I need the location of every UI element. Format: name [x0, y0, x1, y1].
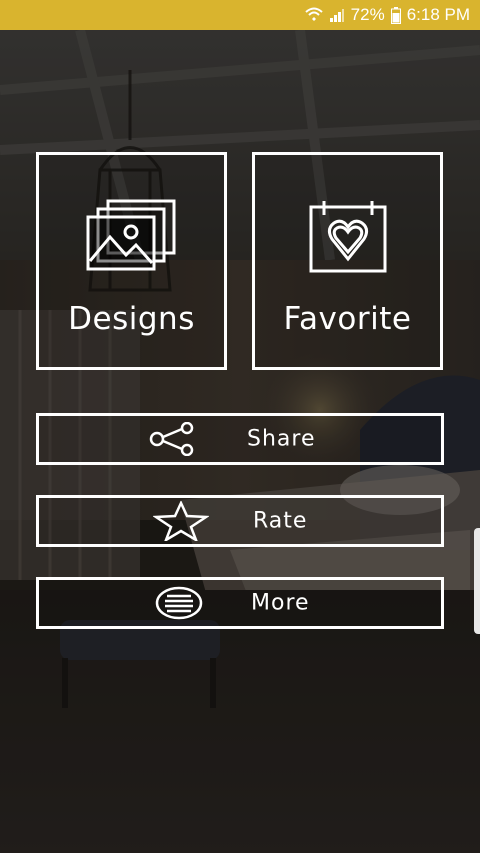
- share-label: Share: [247, 426, 316, 452]
- clock-time: 6:18 PM: [406, 5, 470, 24]
- share-icon: [149, 422, 197, 456]
- rate-button[interactable]: Rate: [36, 495, 444, 547]
- battery-percent: 72%: [350, 5, 385, 24]
- designs-label: Designs: [68, 301, 195, 337]
- battery-icon: [390, 6, 401, 24]
- favorite-label: Favorite: [283, 301, 412, 337]
- cellular-signal-icon: [329, 7, 345, 23]
- rate-label: Rate: [253, 508, 308, 534]
- wifi-icon: [304, 7, 323, 23]
- share-button[interactable]: Share: [36, 413, 444, 465]
- image-stack-icon: [39, 199, 224, 279]
- star-icon: [149, 501, 209, 541]
- calendar-heart-icon: [255, 199, 440, 275]
- designs-button[interactable]: Designs: [36, 152, 227, 370]
- favorite-button[interactable]: Favorite: [252, 152, 443, 370]
- more-label: More: [251, 590, 310, 616]
- list-circle-icon: [149, 585, 209, 621]
- more-button[interactable]: More: [36, 577, 444, 629]
- status-bar: 72% 6:18 PM: [0, 0, 480, 30]
- home-screen: 72% 6:18 PM Designs Favorite Share Rate …: [0, 0, 480, 853]
- edge-panel-handle[interactable]: [474, 528, 480, 634]
